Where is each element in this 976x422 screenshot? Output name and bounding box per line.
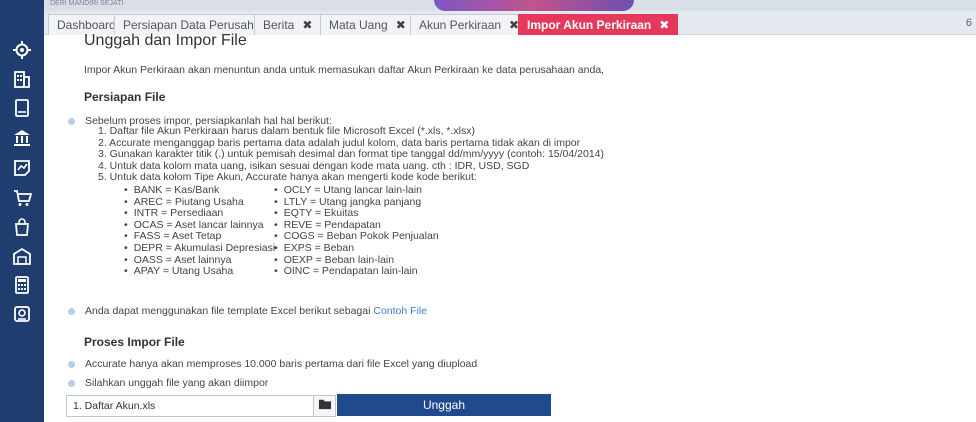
code-item: OINC = Pendapatan lain-lain [274, 266, 439, 278]
company-name: DERI MANDIRI SEJATI [50, 0, 124, 7]
account-codes-left: BANK = Kas/Bank AREC = Piutang Usaha INT… [124, 184, 276, 278]
gear-icon[interactable] [12, 40, 32, 60]
tab-label: Dashboard [57, 18, 116, 32]
book-icon[interactable] [12, 98, 32, 118]
code-item: EXPS = Beban [274, 242, 439, 255]
bullet-dot [68, 380, 75, 387]
browse-file-button[interactable] [314, 395, 336, 417]
close-icon[interactable]: ✖ [302, 18, 312, 32]
proses-note: Silahkan unggah file yang akan diimpor [85, 377, 269, 389]
section-title-persiapan: Persiapan File [84, 90, 166, 104]
intro-text: Impor Akun Perkiraan akan menuntun anda … [84, 64, 605, 76]
bullet-dot [68, 361, 75, 368]
tab-akun-perkiraan[interactable]: Akun Perkiraan ✖ [410, 14, 529, 35]
steps-list: 1. Daftar file Akun Perkiraan harus dala… [98, 125, 604, 184]
cart-icon[interactable] [12, 188, 32, 208]
tab-mata-uang[interactable]: Mata Uang ✖ [320, 14, 415, 35]
sidebar [0, 0, 44, 422]
code-item: OCLY = Utang lancar lain-lain [274, 184, 439, 197]
header-banner [434, 0, 634, 11]
template-text-body: Anda dapat menggunakan file template Exc… [85, 305, 371, 317]
template-text: Anda dapat menggunakan file template Exc… [85, 305, 427, 317]
tab-label: Mata Uang [329, 18, 388, 32]
close-icon[interactable]: ✖ [396, 18, 406, 32]
page-title: Unggah dan Impor File [84, 32, 247, 49]
top-header-strip: DERI MANDIRI SEJATI [44, 0, 976, 11]
step-item: 1. Daftar file Akun Perkiraan harus dala… [98, 125, 475, 137]
main-content: Unggah dan Impor File Impor Akun Perkira… [44, 32, 976, 422]
tab-label: Impor Akun Perkiraan [527, 18, 652, 32]
template-link[interactable]: Contoh File [373, 305, 427, 317]
account-codes-right: OCLY = Utang lancar lain-lain LTLY = Uta… [274, 184, 439, 278]
tab-label: Persiapan Data Perusahaan [123, 18, 274, 32]
chart-icon[interactable] [12, 158, 32, 178]
list-item: Silahkan unggah file yang akan diimpor [68, 377, 268, 389]
folder-icon [318, 397, 332, 415]
tab-impor-akun-perkiraan[interactable]: Impor Akun Perkiraan ✖ [518, 14, 679, 35]
tab-label: Berita [263, 18, 295, 32]
bank-icon[interactable] [12, 128, 32, 148]
code-item: DEPR = Akumulasi Depresiasi [124, 242, 276, 255]
warehouse-icon[interactable] [12, 246, 32, 266]
list-item: Accurate hanya akan memproses 10.000 bar… [68, 358, 477, 370]
bullet-dot [68, 118, 75, 125]
section-title-proses: Proses Impor File [84, 335, 185, 349]
calculator-icon[interactable] [12, 275, 32, 295]
shopping-bag-icon[interactable] [12, 217, 32, 237]
building-icon[interactable] [12, 69, 32, 89]
proses-note: Accurate hanya akan memproses 10.000 bar… [85, 358, 478, 370]
close-icon[interactable]: ✖ [659, 18, 669, 32]
code-item: BANK = Kas/Bank [124, 184, 275, 197]
file-name-input[interactable]: 1. Daftar Akun.xls [66, 395, 314, 417]
tab-berita[interactable]: Berita ✖ [254, 14, 322, 35]
list-item: Anda dapat menggunakan file template Exc… [68, 305, 427, 317]
bullet-dot [68, 308, 75, 315]
report-icon[interactable] [12, 304, 32, 324]
tab-overflow-count[interactable]: 6 [966, 17, 972, 29]
step-item: 5. Untuk data kolom Tipe Akun, Accurate … [98, 171, 477, 184]
code-item: APAY = Utang Usaha [124, 266, 275, 278]
tab-label: Akun Perkiraan [419, 18, 502, 32]
upload-button[interactable]: Unggah [337, 394, 551, 416]
